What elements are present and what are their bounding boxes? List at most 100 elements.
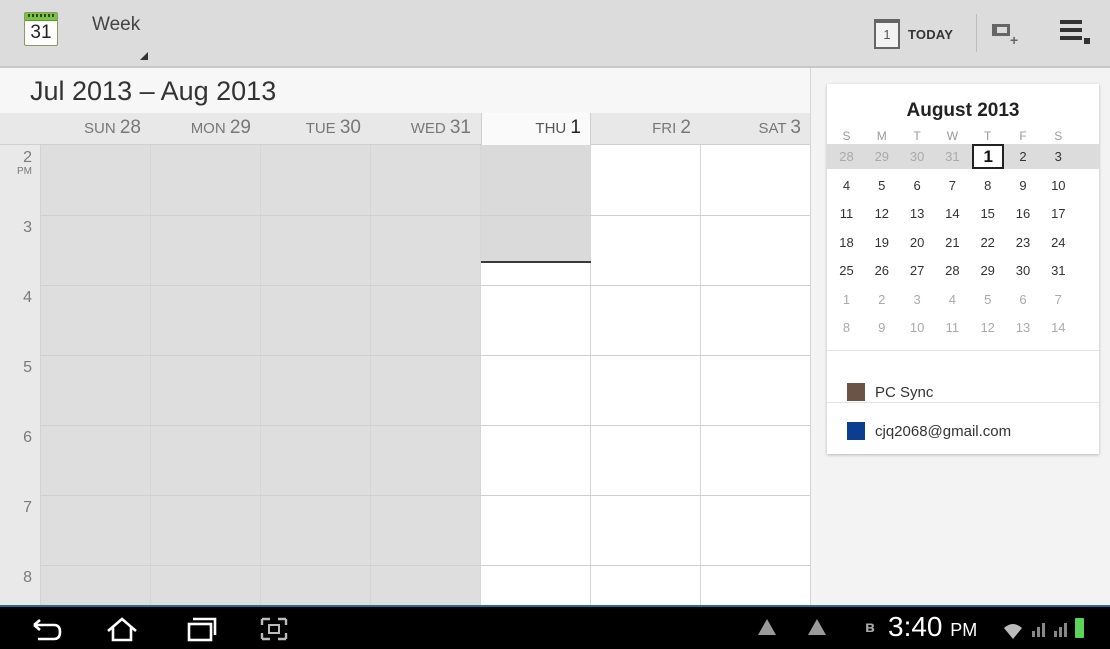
weekday-label: SUN 28 xyxy=(41,117,151,139)
mini-day[interactable]: 2 xyxy=(1012,144,1035,169)
mini-day[interactable]: 17 xyxy=(1047,201,1070,226)
mini-day[interactable]: 25 xyxy=(835,258,858,283)
mini-day[interactable]: 10 xyxy=(1047,173,1070,198)
mini-day[interactable]: 11 xyxy=(941,315,964,340)
battery-icon xyxy=(1075,618,1084,638)
mini-day[interactable]: 28 xyxy=(835,144,858,169)
recent-apps-icon[interactable] xyxy=(180,615,220,643)
mini-day[interactable]: 18 xyxy=(835,230,858,255)
menu-indicator-icon xyxy=(1084,38,1090,44)
mini-day[interactable]: 5 xyxy=(976,287,999,312)
mini-day[interactable]: 12 xyxy=(870,201,893,226)
calendar-entry-gmail[interactable]: cjq2068@gmail.com xyxy=(847,406,1011,456)
screenshot-icon[interactable] xyxy=(254,615,294,643)
weekday-abbr: MON xyxy=(190,120,226,137)
calendar-app-icon[interactable]: 31 xyxy=(24,12,58,46)
mini-day[interactable]: 13 xyxy=(1012,315,1035,340)
mini-day[interactable]: 30 xyxy=(1012,258,1035,283)
mini-day[interactable]: 10 xyxy=(906,315,929,340)
today-button[interactable]: 1 TODAY xyxy=(868,10,974,58)
hour-gridline xyxy=(41,425,810,426)
day-column[interactable] xyxy=(371,145,481,605)
mini-day-selected[interactable]: 1 xyxy=(972,144,1005,169)
weekday-label: WED 31 xyxy=(371,117,481,139)
mini-day[interactable]: 16 xyxy=(1012,201,1035,226)
mini-day[interactable]: 24 xyxy=(1047,230,1070,255)
weekday-number: 31 xyxy=(449,117,471,138)
clock-time: 3:40 xyxy=(888,611,943,642)
mini-day[interactable]: 14 xyxy=(941,201,964,226)
mini-day[interactable]: 22 xyxy=(976,230,999,255)
date-range-title: Jul 2013 – Aug 2013 xyxy=(30,76,277,106)
warning-icon xyxy=(758,619,776,635)
day-column[interactable] xyxy=(261,145,371,605)
new-event-button[interactable]: + xyxy=(988,18,1028,54)
week-grid[interactable]: 2 PM 3 4 5 6 7 8 xyxy=(0,145,810,605)
day-column[interactable] xyxy=(701,145,810,605)
mini-day[interactable]: 12 xyxy=(976,315,999,340)
clock-ampm: PM xyxy=(950,620,978,640)
mini-day[interactable]: 27 xyxy=(906,258,929,283)
mini-day[interactable]: 29 xyxy=(976,258,999,283)
mini-day[interactable]: 31 xyxy=(1047,258,1070,283)
mini-day[interactable]: 29 xyxy=(870,144,893,169)
mini-day[interactable]: 2 xyxy=(870,287,893,312)
today-calendar-icon: 1 xyxy=(874,19,900,49)
mini-day[interactable]: 9 xyxy=(1012,173,1035,198)
mini-day[interactable]: 20 xyxy=(906,230,929,255)
mini-week-row: 1234567 xyxy=(827,287,1099,312)
mini-day[interactable]: 21 xyxy=(941,230,964,255)
menu-bar-icon xyxy=(1060,20,1082,24)
view-mode-spinner[interactable]: Week xyxy=(92,14,152,60)
mini-day[interactable]: 7 xyxy=(941,173,964,198)
mini-day[interactable]: 23 xyxy=(1012,230,1035,255)
home-icon[interactable] xyxy=(102,615,142,643)
back-icon[interactable] xyxy=(26,615,66,643)
mini-day[interactable]: 14 xyxy=(1047,315,1070,340)
weekday-number: 29 xyxy=(229,117,251,138)
mini-day[interactable]: 4 xyxy=(835,173,858,198)
weekday-number: 30 xyxy=(339,117,361,138)
mini-day[interactable]: 6 xyxy=(906,173,929,198)
weekday-abbr: TUE xyxy=(305,120,336,137)
day-column[interactable] xyxy=(591,145,701,605)
past-time-shade xyxy=(481,145,590,262)
overflow-menu-button[interactable] xyxy=(1060,20,1094,50)
hour-label: 2 PM xyxy=(2,149,32,177)
mini-week-row: 11 12 13 14 15 16 17 xyxy=(827,201,1099,226)
mini-day[interactable]: 3 xyxy=(1047,144,1070,169)
mini-day[interactable]: 15 xyxy=(976,201,999,226)
weekday-label: THU 1 xyxy=(481,117,591,139)
mini-dow-label: S xyxy=(1054,129,1063,143)
hour-column: 2 PM 3 4 5 6 7 8 xyxy=(0,145,41,605)
plus-icon: + xyxy=(1010,32,1019,48)
day-column[interactable] xyxy=(41,145,151,605)
day-column[interactable] xyxy=(151,145,261,605)
mini-day[interactable]: 11 xyxy=(835,201,858,226)
mini-day[interactable]: 3 xyxy=(906,287,929,312)
mini-calendar-grid[interactable]: 28 29 30 31 1 2 3 4 5 6 7 8 9 10 11 12 13 14 15 16 17 18 19 20 2… xyxy=(827,144,1099,345)
mini-day[interactable]: 28 xyxy=(941,258,964,283)
mini-day[interactable]: 31 xyxy=(941,144,964,169)
mini-day[interactable]: 8 xyxy=(976,173,999,198)
mini-day[interactable]: 13 xyxy=(906,201,929,226)
mini-calendar-title: August 2013 xyxy=(906,100,1020,121)
calendar-name: cjq2068@gmail.com xyxy=(875,422,1012,440)
mini-day[interactable]: 4 xyxy=(941,287,964,312)
mini-day[interactable]: 8 xyxy=(835,315,858,340)
mini-day[interactable]: 26 xyxy=(870,258,893,283)
mini-day[interactable]: 30 xyxy=(906,144,929,169)
app-icon-number: 31 xyxy=(30,22,52,43)
mini-day[interactable]: 9 xyxy=(870,315,893,340)
mini-day[interactable]: 19 xyxy=(870,230,893,255)
weekday-label: MON 29 xyxy=(151,117,261,139)
calendar-color-swatch xyxy=(847,383,865,401)
action-divider xyxy=(976,14,977,52)
mini-day[interactable]: 7 xyxy=(1047,287,1070,312)
weekday-number: 2 xyxy=(680,117,691,138)
hour-label: 5 xyxy=(2,359,32,377)
mini-day[interactable]: 1 xyxy=(835,287,858,312)
mini-day[interactable]: 6 xyxy=(1012,287,1035,312)
mini-day[interactable]: 5 xyxy=(870,173,893,198)
current-time-line xyxy=(481,261,591,263)
